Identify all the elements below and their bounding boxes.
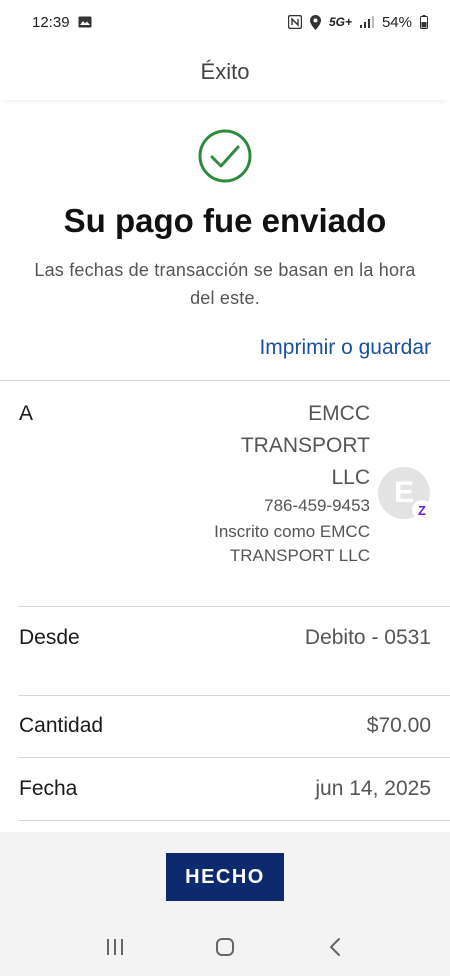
divider <box>18 695 450 696</box>
zelle-badge-letter: Z <box>418 502 426 518</box>
divider <box>18 606 450 607</box>
divider <box>18 757 450 758</box>
divider <box>0 380 450 381</box>
print-or-save-link[interactable]: Imprimir o guardar <box>259 336 431 360</box>
confirmation-title: Su pago fue enviado <box>63 202 387 239</box>
back-icon[interactable] <box>315 927 355 967</box>
date-value: jun 14, 2025 <box>315 777 431 800</box>
image-icon <box>78 16 92 28</box>
recent-apps-icon[interactable] <box>95 927 135 967</box>
confirmation-subtitle: Las fechas de transacción se basan en la… <box>34 260 416 308</box>
recipient-phone: 786-459-9453 <box>264 496 370 515</box>
battery-level: 54% <box>381 13 412 31</box>
page-title: Éxito <box>200 59 250 84</box>
avatar-letter: E <box>393 476 414 509</box>
nfc-icon <box>287 15 302 29</box>
recipient-name: EMCC TRANSPORT LLC <box>240 402 370 489</box>
app-header: Éxito <box>0 44 450 100</box>
zelle-badge: Z <box>412 500 432 520</box>
battery-icon <box>420 15 428 29</box>
home-icon[interactable] <box>205 927 245 967</box>
divider <box>18 820 450 821</box>
recipient-enrolled-as: Inscrito como EMCC TRANSPORT LLC <box>214 522 370 565</box>
from-label: Desde <box>19 626 80 649</box>
status-bar: 12:39 5G+ 54% <box>0 0 450 44</box>
done-button[interactable]: HECHO <box>166 853 284 901</box>
system-nav-bar <box>0 918 450 976</box>
from-value: Debito - 0531 <box>304 626 431 649</box>
location-icon <box>309 14 321 30</box>
clock: 12:39 <box>32 13 70 31</box>
amount-label: Cantidad <box>19 714 104 737</box>
to-label: A <box>19 402 34 425</box>
date-label: Fecha <box>19 777 78 800</box>
check-circle-icon <box>197 128 253 184</box>
amount-value: $70.00 <box>366 714 431 737</box>
network-type: 5G+ <box>328 15 352 29</box>
signal-icon <box>359 16 374 28</box>
